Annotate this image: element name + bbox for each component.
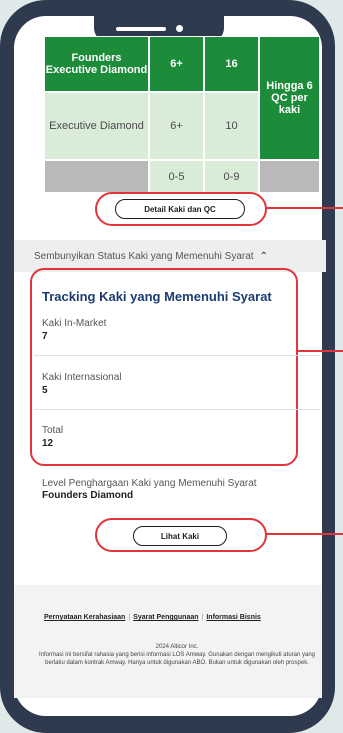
speaker-icon bbox=[116, 27, 166, 31]
total-value: 12 bbox=[42, 438, 54, 449]
tracking-title: Tracking Kaki yang Memenuhi Syarat bbox=[42, 289, 272, 304]
table-cell-rank: Founders Executive Diamond bbox=[44, 36, 149, 92]
table-cell-value: 6+ bbox=[149, 92, 204, 160]
table-cell-rank bbox=[44, 160, 149, 193]
level-label: Level Penghargaan Kaki yang Memenuhi Sya… bbox=[42, 478, 257, 489]
divider bbox=[34, 355, 320, 356]
table-cell-value: 10 bbox=[204, 92, 259, 160]
table-cell-value: 0-9 bbox=[204, 160, 259, 193]
hide-status-label: Sembunyikan Status Kaki yang Memenuhi Sy… bbox=[34, 250, 254, 262]
disclaimer: Informasi ini bersifat rahasia yang beri… bbox=[38, 652, 316, 666]
chevron-up-icon: ⌃ bbox=[259, 250, 268, 262]
business-info-link[interactable]: Informasi Bisnis bbox=[206, 614, 260, 621]
terms-link[interactable]: Syarat Penggunaan bbox=[133, 614, 198, 621]
international-value: 5 bbox=[42, 385, 48, 396]
table-cell-empty bbox=[259, 160, 320, 193]
footer-links: Pernyataan Kerahasiaan | Syarat Penggunaan… bbox=[44, 614, 261, 621]
detail-kaki-button[interactable]: Detail Kaki dan QC bbox=[115, 199, 245, 219]
table-cell-value: 6+ bbox=[149, 36, 204, 92]
callout-line bbox=[298, 350, 343, 352]
privacy-link[interactable]: Pernyataan Kerahasiaan bbox=[44, 614, 125, 621]
in-market-label: Kaki In-Market bbox=[42, 318, 107, 329]
table-cell-value: 16 bbox=[204, 36, 259, 92]
in-market-value: 7 bbox=[42, 331, 48, 342]
divider bbox=[34, 409, 320, 410]
camera-icon bbox=[176, 25, 183, 32]
callout-line bbox=[265, 533, 343, 535]
callout-line bbox=[265, 207, 343, 209]
table-cell-rank: Executive Diamond bbox=[44, 92, 149, 160]
level-value: Founders Diamond bbox=[42, 490, 134, 501]
footer bbox=[14, 585, 322, 698]
qualification-table: Founders Executive Diamond 6+ 16 Hingga … bbox=[44, 36, 320, 193]
table-cell-value: 0-5 bbox=[149, 160, 204, 193]
phone-mockup: Founders Executive Diamond 6+ 16 Hingga … bbox=[0, 0, 343, 733]
total-label: Total bbox=[42, 425, 64, 436]
lihat-kaki-button[interactable]: Lihat Kaki bbox=[133, 526, 227, 546]
table-cell-note: Hingga 6 QC per kaki bbox=[259, 36, 320, 160]
international-label: Kaki Internasional bbox=[42, 372, 122, 383]
copyright: 2024 Alticor Inc. bbox=[155, 644, 199, 650]
legal-text: 2024 Alticor Inc. Informasi ini bersifat… bbox=[34, 643, 320, 667]
